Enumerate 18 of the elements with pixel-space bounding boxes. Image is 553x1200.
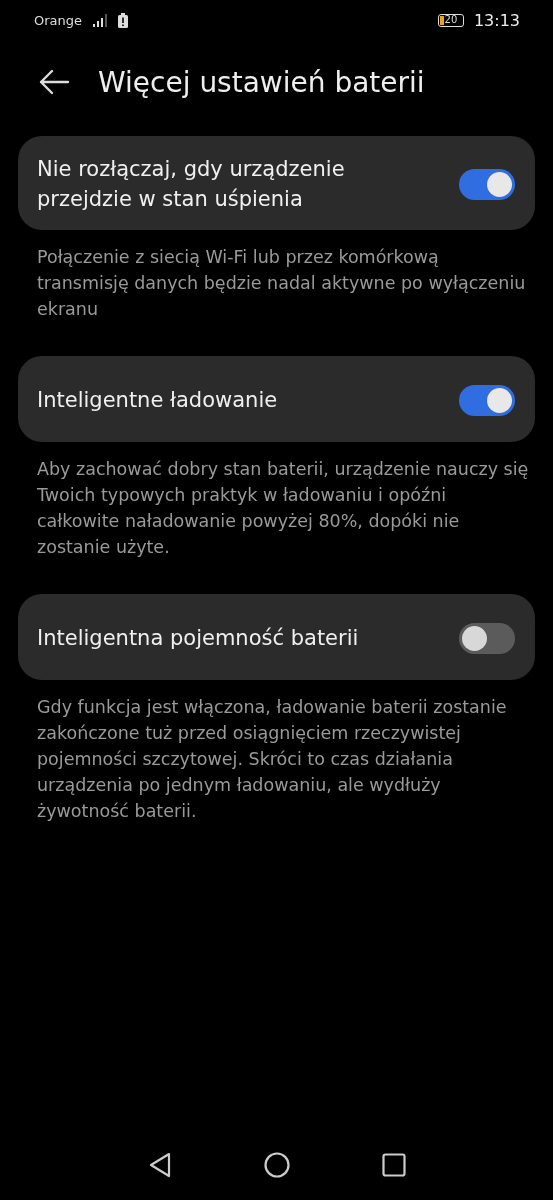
setting-description: Połączenie z siecią Wi-Fi lub przez komórkową transmisję danych będzie nadal aktywne po wyłączeniu ekranu xyxy=(37,246,527,321)
back-nav-icon[interactable] xyxy=(147,1152,172,1178)
toggle-switch[interactable] xyxy=(459,622,515,654)
setting-label: Inteligentne ładowanie xyxy=(37,387,279,414)
setting-description: Gdy funkcja jest włączona, ładowanie baterii zostanie zakończone tuż przed osiągnięciem rzeczywistej pojemności szczytowej. Skróci to czas działania urządzenia po jednym ładowaniu, ale wydłuży żywotność baterii. xyxy=(37,696,508,823)
carrier-name: Orange xyxy=(34,12,83,28)
recents-nav-icon[interactable] xyxy=(381,1153,406,1177)
page-title: Więcej ustawień baterii xyxy=(98,65,425,99)
toggle-switch[interactable] xyxy=(459,168,515,200)
setting-label: Inteligentna pojemność baterii xyxy=(37,625,360,652)
back-arrow-icon[interactable] xyxy=(38,69,70,95)
clock-time: 13:13 xyxy=(473,10,520,30)
home-nav-icon[interactable] xyxy=(263,1152,290,1178)
setting-description: Aby zachować dobry stan baterii, urządzenie nauczy się Twoich typowych praktyk w ładowaniu i opóźni całkowite naładowanie powyżej 80%, dopóki nie zostanie użyte. xyxy=(37,458,529,559)
sim-alert-icon xyxy=(118,12,129,28)
setting-label: Nie rozłączaj, gdy urządzenie przejdzie w stan uśpienia xyxy=(37,156,346,213)
toggle-switch[interactable] xyxy=(459,384,515,416)
battery-indicator: 20 xyxy=(437,13,464,27)
